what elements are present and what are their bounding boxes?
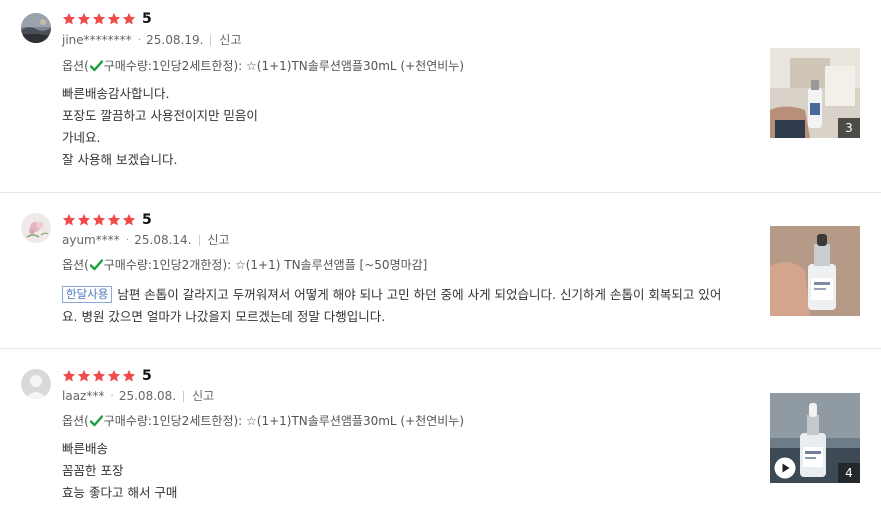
star-icon [77,369,92,383]
star-icon [62,213,77,227]
review-item: 5 jine******** · 25.08.19. 신고 옵션( 구매수량:1… [0,0,881,192]
review-photo[interactable]: 3 [770,48,860,138]
check-icon [89,415,103,427]
star-icon [107,213,122,227]
review-date: 25.08.19. [146,33,204,47]
star-icon [62,12,77,26]
separator [183,390,185,402]
report-link[interactable]: 신고 [208,233,230,247]
review-line: 빠른배송 [62,441,109,456]
report-link[interactable]: 신고 [219,33,241,47]
star-icon [107,369,122,383]
review-item: 5 ayum**** · 25.08.14. 신고 옵션( 구매수량:1인당2개… [0,193,881,348]
play-icon[interactable] [774,457,796,479]
separator [210,34,212,46]
review-text: 빠른배송감사합니다. 포장도 깔끔하고 사용전이지만 믿음이 가네요. 잘 사용… [62,83,258,171]
option-text: 구매수량:1인당2개한정): ☆(1+1) TN솔루션앰플 [~50명마감] [103,258,428,272]
purchase-option: 옵션( 구매수량:1인당2개한정): ☆(1+1) TN솔루션앰플 [~50명마… [62,257,427,273]
flower-avatar-icon [21,213,51,243]
usage-period-tag: 한달사용 [62,286,113,303]
star-icon [77,213,92,227]
check-icon [89,60,103,72]
check-icon [89,259,103,271]
option-text: 구매수량:1인당2세트한정): ☆(1+1)TN솔루션앰플30mL (+천연비누… [103,59,465,73]
star-icon [62,369,77,383]
rating-score: 5 [142,212,152,228]
report-link[interactable]: 신고 [192,389,214,403]
username: ayum**** [62,233,120,247]
username: laaz*** [62,389,105,403]
review-line: 꼼꼼한 포장 [62,463,124,478]
review-date: 25.08.14. [134,233,192,247]
user-avatar[interactable] [21,213,51,243]
review-line: 포장도 깔끔하고 사용전이지만 믿음이 [62,108,258,123]
review-meta: jine******** · 25.08.19. 신고 [62,33,242,47]
review-line: 빠른배송감사합니다. [62,86,170,101]
review-line: 가네요. [62,130,101,145]
review-photo[interactable] [770,226,860,316]
product-photo-icon [770,226,860,316]
review-item: 5 laaz*** · 25.08.08. 신고 옵션( 구매수량:1인당2세트… [0,349,881,519]
review-date: 25.08.08. [118,389,177,403]
star-rating: 5 [62,213,152,227]
option-prefix: 옵션( [62,414,89,428]
user-avatar[interactable] [21,369,51,399]
default-avatar-icon [21,369,51,399]
star-rating: 5 [62,369,152,383]
separator [198,234,200,246]
option-text: 구매수량:1인당2세트한정): ☆(1+1)TN솔루션앰플30mL (+천연비누… [103,414,465,428]
review-meta: laaz*** · 25.08.08. 신고 [62,389,214,403]
star-icon [92,12,107,26]
user-avatar[interactable] [21,13,51,43]
review-text: 한달사용 남편 손톱이 갈라지고 두꺼워져서 어떻게 해야 되나 고민 하던 중에… [62,284,732,328]
username: jine******** [62,33,132,47]
separator-dot: · [110,389,114,402]
review-meta: ayum**** · 25.08.14. 신고 [62,233,230,247]
star-rating: 5 [62,12,152,26]
photo-count-badge: 3 [838,118,860,138]
purchase-option: 옵션( 구매수량:1인당2세트한정): ☆(1+1)TN솔루션앰플30mL (+… [62,58,464,74]
review-text: 빠른배송 꼼꼼한 포장 효능 좋다고 해서 구매 [62,438,177,504]
option-prefix: 옵션( [62,59,89,73]
star-icon [122,12,137,26]
separator-dot: · [125,233,130,246]
landscape-avatar-icon [21,13,51,43]
review-line: 잘 사용해 보겠습니다. [62,152,178,167]
separator-dot: · [137,33,142,46]
photo-count-badge: 4 [838,463,860,483]
review-line: 효능 좋다고 해서 구매 [62,485,178,500]
purchase-option: 옵션( 구매수량:1인당2세트한정): ☆(1+1)TN솔루션앰플30mL (+… [62,413,464,429]
star-icon [107,12,122,26]
rating-score: 5 [142,11,152,27]
option-prefix: 옵션( [62,258,89,272]
rating-score: 5 [142,368,152,384]
star-icon [92,213,107,227]
star-icon [77,12,92,26]
star-icon [122,369,137,383]
star-icon [122,213,137,227]
review-body: 남편 손톱이 갈라지고 두꺼워져서 어떻게 해야 되나 고민 하던 중에 사게 … [62,287,722,324]
review-video[interactable]: 4 [770,393,860,483]
star-icon [92,369,107,383]
